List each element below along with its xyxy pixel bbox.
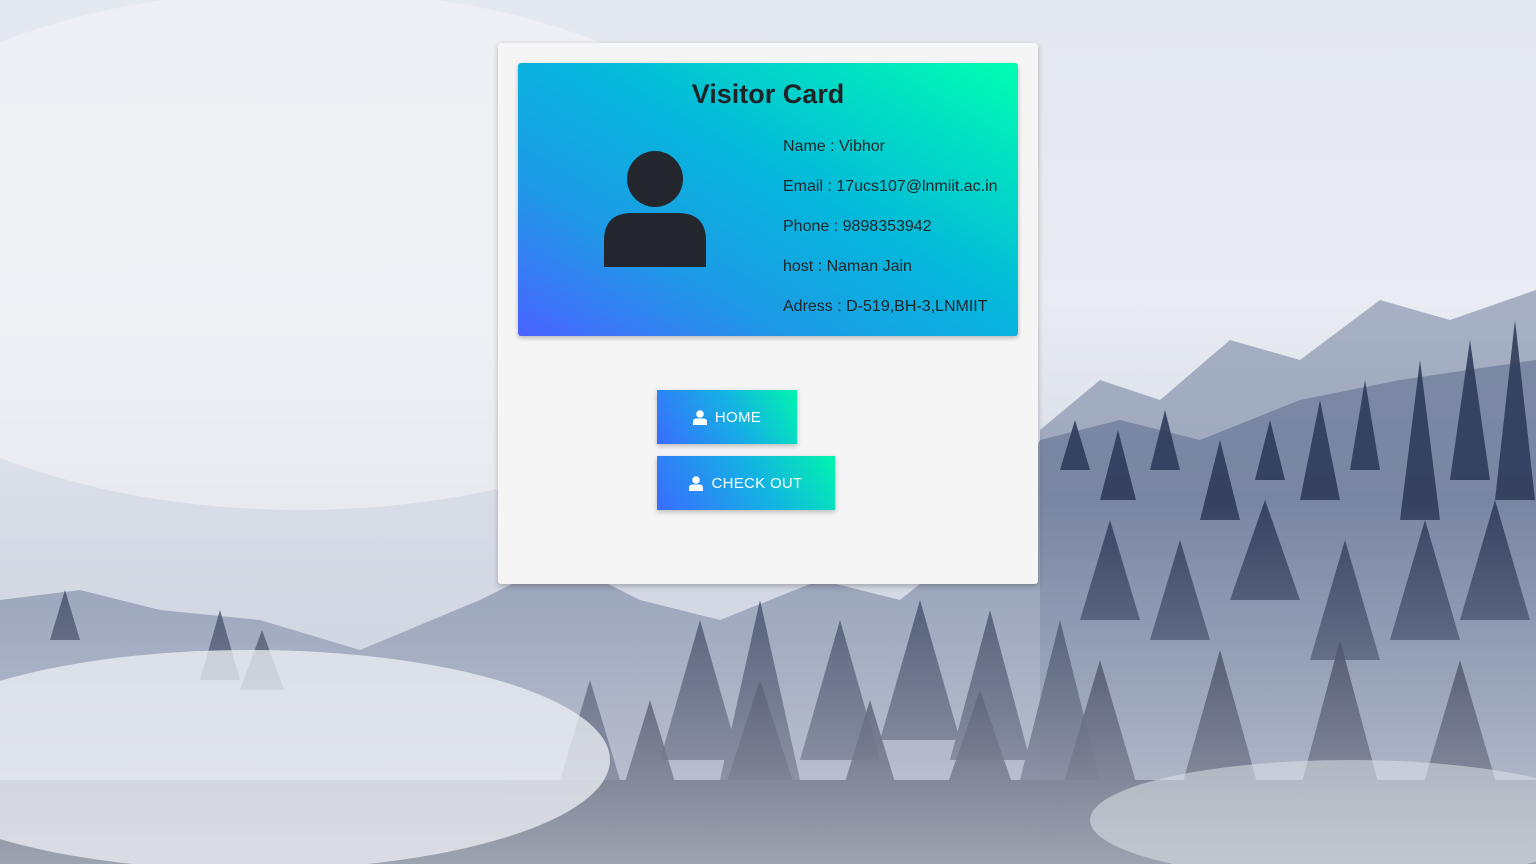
visitor-info: Name : Vibhor Email : 17ucs107@lnmiit.ac… (783, 137, 998, 337)
home-button[interactable]: HOME (657, 390, 797, 444)
user-icon (689, 475, 704, 491)
check-out-button[interactable]: CHECK OUT (657, 456, 835, 510)
visitor-panel: Visitor Card Name : Vibhor Email : 17ucs… (498, 43, 1038, 584)
visitor-address: Adress : D-519,BH-3,LNMIIT (783, 298, 988, 315)
check-out-button-label: CHECK OUT (711, 474, 803, 492)
visitor-email: Email : 17ucs107@lnmiit.ac.in (783, 178, 998, 195)
home-button-label: HOME (714, 408, 762, 426)
user-icon (692, 409, 707, 425)
visitor-phone: Phone : 9898353942 (783, 218, 932, 235)
visitor-card: Visitor Card Name : Vibhor Email : 17ucs… (518, 63, 1018, 336)
visitor-host: host : Naman Jain (783, 258, 912, 275)
user-icon (604, 151, 706, 267)
visitor-name: Name : Vibhor (783, 138, 885, 155)
card-title: Visitor Card (691, 79, 845, 109)
